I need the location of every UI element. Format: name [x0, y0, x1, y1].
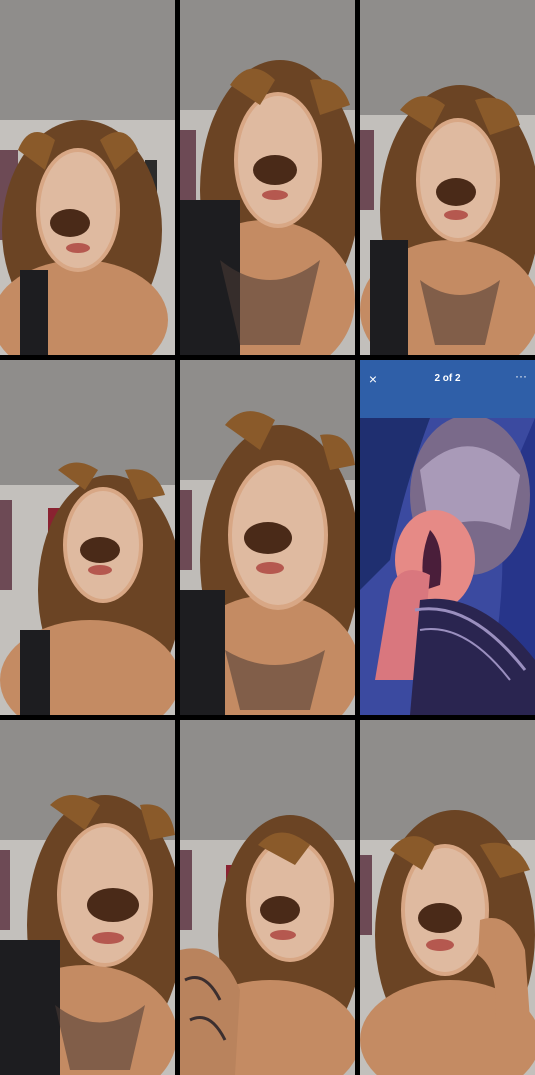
- story-viewer-tile[interactable]: × 2 of 2 ···: [360, 360, 535, 715]
- dog-filter-selfie: [360, 0, 535, 355]
- dog-filter-selfie: [0, 720, 175, 1075]
- selfie-tile-7[interactable]: [0, 720, 175, 1075]
- story-header-strip: [360, 400, 535, 418]
- more-options-icon[interactable]: ···: [513, 370, 529, 382]
- dog-filter-selfie: [0, 0, 175, 355]
- selfie-tile-3[interactable]: [360, 0, 535, 355]
- selfie-tile-1[interactable]: [0, 0, 175, 355]
- selfie-tile-4[interactable]: [0, 360, 175, 715]
- dog-filter-selfie: [0, 360, 175, 715]
- story-counter: 2 of 2: [434, 373, 461, 384]
- photo-collage: × 2 of 2 ···: [0, 0, 535, 1075]
- dog-filter-selfie: [180, 360, 355, 715]
- selfie-tile-5[interactable]: [180, 360, 355, 715]
- selfie-tile-9[interactable]: [360, 720, 535, 1075]
- dog-filter-selfie: [180, 0, 355, 355]
- dog-filter-selfie: [180, 720, 355, 1075]
- selfie-tile-2[interactable]: [180, 0, 355, 355]
- close-icon[interactable]: ×: [366, 372, 380, 386]
- dog-filter-selfie: [360, 720, 535, 1075]
- selfie-tile-8[interactable]: [180, 720, 355, 1075]
